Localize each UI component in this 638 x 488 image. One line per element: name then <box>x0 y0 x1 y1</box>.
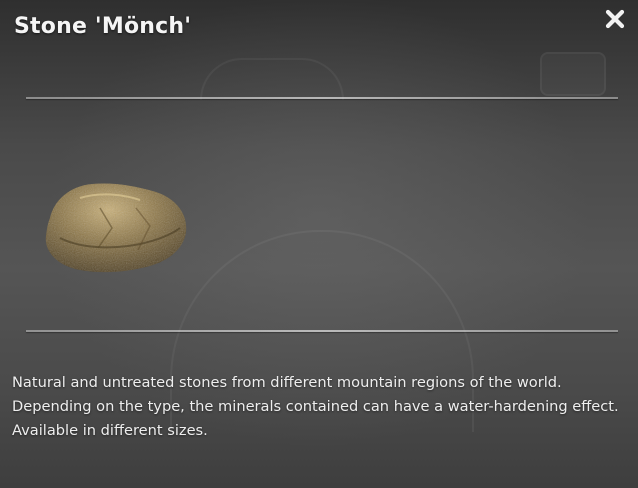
background-jar-silhouette <box>540 52 606 96</box>
close-icon <box>605 9 625 29</box>
item-detail-panel: Stone 'Mönch' Natural and untreated ston… <box>0 0 638 488</box>
background-hill-silhouette <box>200 58 344 100</box>
close-button[interactable] <box>602 6 628 32</box>
bottom-divider <box>26 330 618 332</box>
top-divider <box>26 97 618 99</box>
stone-image <box>45 183 187 273</box>
item-title: Stone 'Mönch' <box>14 14 192 39</box>
item-description: Natural and untreated stones from differ… <box>12 374 619 439</box>
